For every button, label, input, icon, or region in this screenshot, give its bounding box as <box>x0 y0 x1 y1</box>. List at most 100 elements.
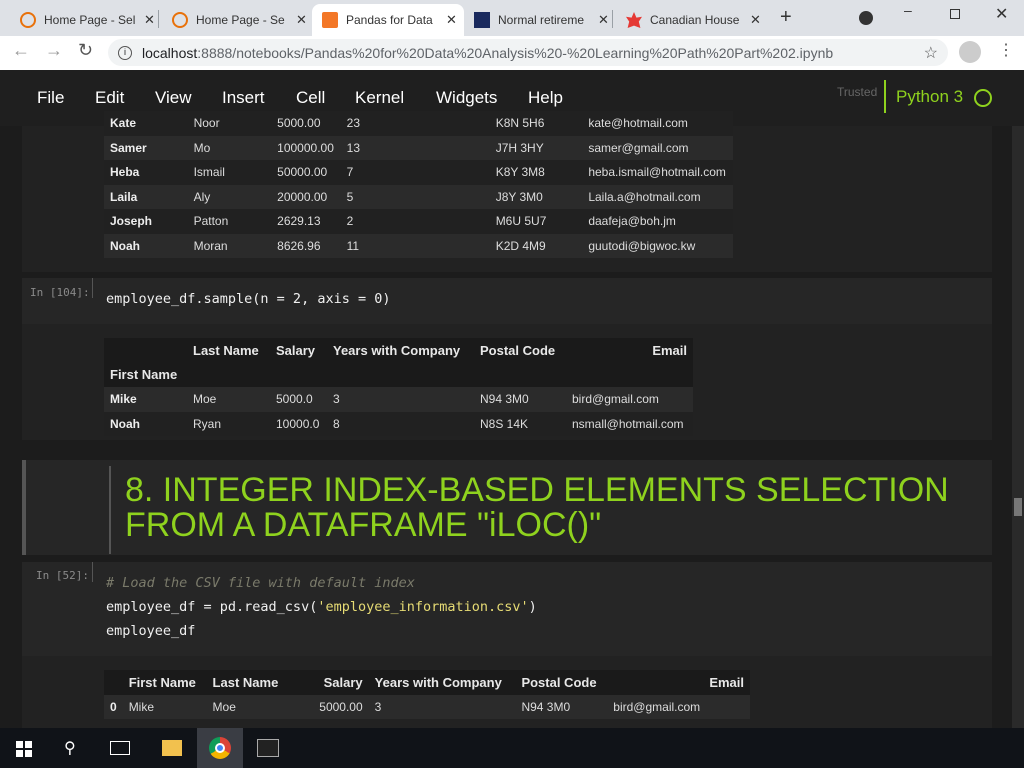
table-cell: 2 <box>340 209 490 234</box>
section-heading: 8. INTEGER INDEX-BASED ELEMENTS SELECTIO… <box>125 471 949 544</box>
table-cell: 50000.00 <box>271 160 341 185</box>
new-tab-button[interactable]: + <box>780 6 792 29</box>
menu-cell[interactable]: Cell <box>296 88 325 108</box>
browser-tab[interactable]: Canadian House ✕ <box>616 4 766 36</box>
scrollbar[interactable] <box>1012 126 1024 728</box>
tab-title: Home Page - Se <box>196 13 285 27</box>
menu-help[interactable]: Help <box>528 88 563 108</box>
table-cell: Patton <box>187 209 272 234</box>
table-cell: heba.ismail@hotmail.com <box>582 160 733 185</box>
table-header-row: First Name Last Name Salary Years with Comp… <box>104 670 750 695</box>
browser-tab[interactable]: Home Page - Se ✕ <box>162 4 312 36</box>
menu-edit[interactable]: Edit <box>95 88 124 108</box>
table-cell: bird@gmail.com <box>566 387 693 412</box>
table-row: Noah Ryan 10000.0 8 N8S 14K nsmall@hotmail.co… <box>104 411 693 436</box>
table-cell: Joseph <box>104 209 188 234</box>
code-line[interactable]: employee_df.sample(n = 2, axis = 0) <box>106 291 390 307</box>
browser-tab[interactable]: Normal retireme ✕ <box>464 4 614 36</box>
table-cell: Noor <box>187 111 272 136</box>
table-row: Samer Mo 100000.00 13 J7H 3HY samer@gmail.com <box>104 135 733 160</box>
menu-widgets[interactable]: Widgets <box>436 88 497 108</box>
loading-ring-icon <box>172 12 188 28</box>
terminal-icon[interactable] <box>257 739 279 757</box>
table-cell: N94 3M0 <box>474 387 566 412</box>
table-row: Heba Ismail 50000.00 7 K8Y 3M8 heba.ismail@ho… <box>104 160 733 185</box>
close-tab-icon[interactable]: ✕ <box>750 12 761 28</box>
column-header: Postal Code <box>515 670 608 695</box>
close-tab-icon[interactable]: ✕ <box>144 12 155 28</box>
code-line[interactable]: employee_df = pd.read_csv('employee_info… <box>106 599 537 615</box>
table-cell: 3 <box>327 387 474 412</box>
table-cell: Noah <box>104 233 188 258</box>
table-header-row: Last Name Salary Years with Company Postal … <box>104 338 693 363</box>
table-cell: 5 <box>340 184 490 209</box>
menu-file[interactable]: File <box>37 88 64 108</box>
bookmark-star-icon[interactable]: ☆ <box>924 43 938 63</box>
minimize-button[interactable]: – <box>904 2 912 18</box>
table-cell: K2D 4M9 <box>489 233 583 258</box>
divider <box>92 278 93 298</box>
tab-title: Home Page - Sel <box>44 13 136 27</box>
browser-menu-icon[interactable]: ⋮ <box>998 40 1014 60</box>
back-icon[interactable]: ← <box>12 40 30 61</box>
trusted-indicator[interactable]: Trusted <box>837 85 877 99</box>
table-cell: K8Y 3M8 <box>489 160 583 185</box>
table-cell: Moe <box>187 387 270 412</box>
reload-icon[interactable]: ↻ <box>78 40 93 61</box>
chrome-icon[interactable] <box>197 728 243 768</box>
table-cell: 100000.00 <box>271 135 341 160</box>
table-cell: 3 <box>368 694 516 719</box>
table-cell: bird@gmail.com <box>607 694 750 719</box>
table-cell: kate@hotmail.com <box>582 111 733 136</box>
menu-insert[interactable]: Insert <box>222 88 265 108</box>
code-text: ) <box>528 599 537 615</box>
close-window-button[interactable]: ✕ <box>995 4 1008 24</box>
table-cell: J8Y 3M0 <box>489 184 583 209</box>
column-header: Years with Company <box>368 670 516 695</box>
browser-tab[interactable]: Pandas for Data ✕ <box>312 4 464 36</box>
divider <box>884 80 886 113</box>
table-cell: Mo <box>187 135 272 160</box>
divider <box>109 466 111 554</box>
column-header: Last Name <box>206 670 291 695</box>
menu-kernel[interactable]: Kernel <box>355 88 404 108</box>
code-comment[interactable]: # Load the CSV file with default index <box>106 575 415 591</box>
table-cell: Ismail <box>187 160 272 185</box>
tab-search-icon[interactable] <box>859 11 873 25</box>
table-cell: 0 <box>104 694 123 719</box>
scrollbar-thumb[interactable] <box>1014 498 1022 516</box>
windows-start-icon[interactable] <box>16 741 32 757</box>
table-cell: Moe <box>206 694 291 719</box>
column-header: Postal Code <box>474 338 566 363</box>
table-cell: N94 3M0 <box>515 694 608 719</box>
code-line[interactable]: employee_df <box>106 623 195 639</box>
browser-tab[interactable]: Home Page - Sel ✕ <box>10 4 160 36</box>
table-cell: Moran <box>187 233 272 258</box>
kernel-name[interactable]: Python 3 <box>896 87 963 107</box>
search-icon[interactable]: ⚲ <box>64 738 76 758</box>
loading-ring-icon <box>20 12 36 28</box>
table-row: Mike Moe 5000.0 3 N94 3M0 bird@gmail.com <box>104 387 693 412</box>
menu-view[interactable]: View <box>155 88 192 108</box>
column-header: Salary <box>270 338 327 363</box>
close-tab-icon[interactable]: ✕ <box>598 12 609 28</box>
table-cell: Laila <box>104 184 188 209</box>
forward-icon[interactable]: → <box>45 40 63 61</box>
close-tab-icon[interactable]: ✕ <box>296 12 307 28</box>
maple-leaf-icon <box>626 12 642 28</box>
table-cell: Aly <box>187 184 272 209</box>
table-cell: Ryan <box>187 411 270 436</box>
tab-separator <box>158 10 159 28</box>
table-cell: Laila.a@hotmail.com <box>582 184 733 209</box>
address-bar[interactable]: i localhost:8888/notebooks/Pandas%20for%… <box>108 39 948 66</box>
file-explorer-icon[interactable] <box>162 740 182 756</box>
task-view-icon[interactable] <box>110 741 130 755</box>
tab-title: Pandas for Data <box>346 13 433 27</box>
cell-prompt: In [52]: <box>36 569 89 582</box>
profile-avatar[interactable] <box>959 41 981 63</box>
tab-title: Canadian House <box>650 13 740 27</box>
column-header: First Name <box>122 670 207 695</box>
table-cell: 5000.00 <box>271 111 341 136</box>
close-tab-icon[interactable]: ✕ <box>446 12 457 28</box>
restore-button[interactable] <box>950 9 960 19</box>
